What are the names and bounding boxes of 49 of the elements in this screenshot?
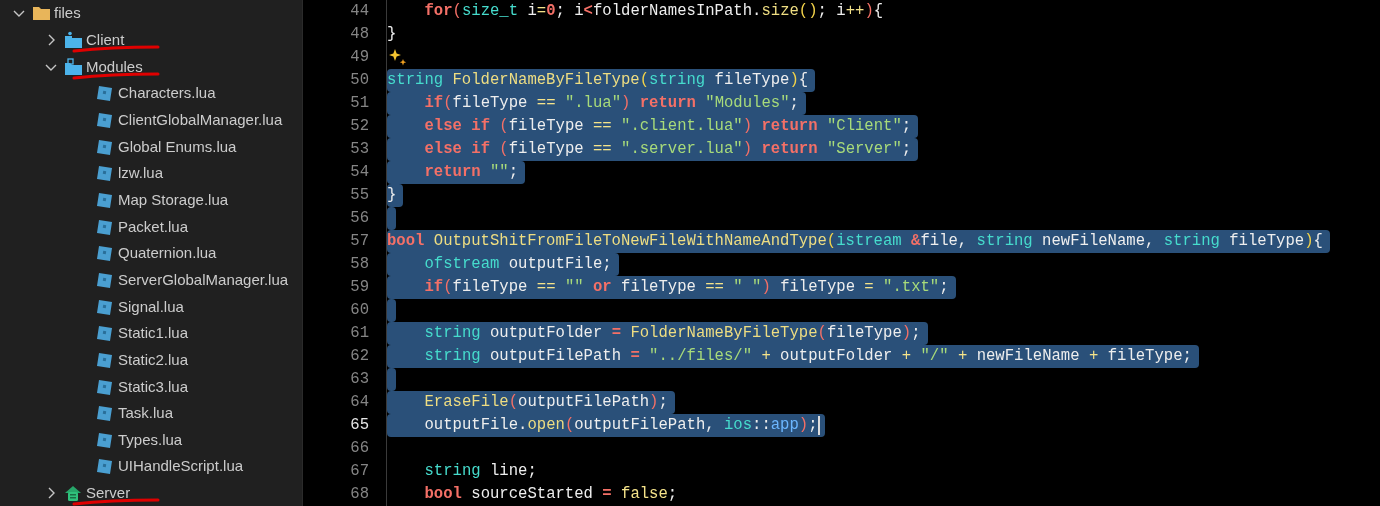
person-folder-icon <box>64 31 82 49</box>
tree-item[interactable]: Characters.lua <box>118 84 216 102</box>
tree-item[interactable]: UIHandleScript.lua <box>118 457 244 475</box>
tree-item[interactable]: Client <box>86 31 125 48</box>
tree-item[interactable]: Map Storage.lua <box>118 190 229 208</box>
line-number: 61 <box>349 322 369 344</box>
tree-item[interactable]: Global Enums.lua <box>118 137 237 155</box>
folder-icon <box>32 4 50 23</box>
tree-item[interactable]: files <box>54 4 81 22</box>
line-number: 56 <box>349 207 369 229</box>
house-icon <box>64 484 82 503</box>
code-line: string line; <box>423 460 537 482</box>
line-number: 67 <box>349 460 369 482</box>
line-number: 58 <box>349 253 369 275</box>
line-number: 52 <box>349 115 369 137</box>
line-number: 59 <box>349 276 369 298</box>
tree-item[interactable]: Modules <box>86 57 143 75</box>
line-number: 57 <box>349 230 369 252</box>
line-number: 66 <box>349 437 369 459</box>
tree-item[interactable]: Signal.lua <box>118 297 184 315</box>
line-number: 50 <box>349 69 369 91</box>
line-number: 44 <box>349 0 369 22</box>
line-number: 68 <box>349 483 369 505</box>
tree-item[interactable]: Static2.lua <box>118 350 189 368</box>
line-number: 49 <box>349 46 369 68</box>
tree-item[interactable]: Static1.lua <box>118 324 189 342</box>
line-number: 65 <box>349 414 369 436</box>
tree-item[interactable]: Static3.lua <box>118 377 189 395</box>
tree-item[interactable]: Types.lua <box>118 430 183 448</box>
code-line: for(size_t i=0; i<folderNamesInPath.size(); i++){ <box>423 0 884 22</box>
tree-item[interactable]: Quaternion.lua <box>118 244 217 262</box>
tree-item[interactable]: Server <box>86 484 131 502</box>
line-number: 60 <box>349 299 369 321</box>
line-number: 53 <box>349 138 369 160</box>
tree-item[interactable]: Packet.lua <box>118 217 189 235</box>
line-number: 64 <box>349 391 369 413</box>
line-number: 51 <box>349 92 369 114</box>
line-number: 62 <box>349 345 369 367</box>
tree-item[interactable]: ServerGlobalManager.lua <box>118 270 289 288</box>
tree-item[interactable]: Task.lua <box>118 404 174 422</box>
code-line: bool sourceStarted = false; <box>423 483 678 505</box>
code-line: } <box>387 23 397 45</box>
line-number: 54 <box>349 161 369 183</box>
line-number: 63 <box>349 368 369 390</box>
folder-icon <box>64 57 82 76</box>
line-number: 48 <box>349 23 369 45</box>
tree-item[interactable]: ClientGlobalManager.lua <box>118 110 283 128</box>
line-number: 55 <box>349 184 369 206</box>
tree-item[interactable]: lzw.lua <box>118 164 164 182</box>
